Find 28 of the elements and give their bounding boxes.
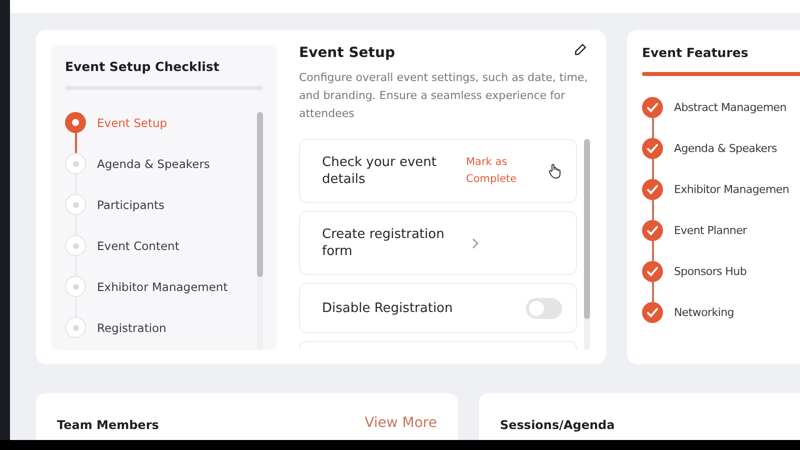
card-title: Sessions/Agenda [500, 418, 615, 432]
scrollbar[interactable] [257, 112, 263, 350]
checklist-item[interactable]: Event Content [97, 238, 180, 252]
feature-item: Exhibitor Managemen [674, 183, 790, 196]
hand-cursor-icon [548, 163, 562, 179]
task-card[interactable]: Create registration form [299, 211, 577, 275]
card-title: Team Members [57, 418, 159, 432]
feature-item: Agenda & Speakers [674, 142, 777, 155]
scrollbar[interactable] [584, 139, 590, 350]
feature-item: Event Planner [674, 224, 747, 237]
checklist-item[interactable]: Exhibitor Management [97, 280, 228, 294]
task-label: Check your event details [322, 154, 438, 188]
toggle-switch[interactable] [526, 298, 562, 318]
task-label: Create registration form [322, 226, 446, 260]
pencil-icon [574, 43, 587, 56]
checklist-item[interactable]: Registration [97, 320, 166, 334]
feature-item: Sponsors Hub [674, 265, 747, 278]
chevron-right-icon [472, 238, 479, 248]
features-title: Event Features [642, 45, 750, 60]
feature-item: Networking [674, 306, 734, 319]
section-description: Configure overall event settings, such as date, time, and branding. Ensure a seamless experience for attendees [299, 70, 589, 122]
feature-item: Abstract Managemen [674, 101, 786, 114]
checklist-item[interactable]: Agenda & Speakers [97, 156, 210, 170]
section-title: Event Setup [299, 45, 395, 61]
checklist-item[interactable]: Participants [97, 198, 165, 212]
mark-complete-link[interactable]: Mark as Complete [466, 154, 548, 188]
task-label: Disable Registration [322, 300, 454, 316]
checklist-title: Event Setup Checklist [65, 59, 220, 74]
